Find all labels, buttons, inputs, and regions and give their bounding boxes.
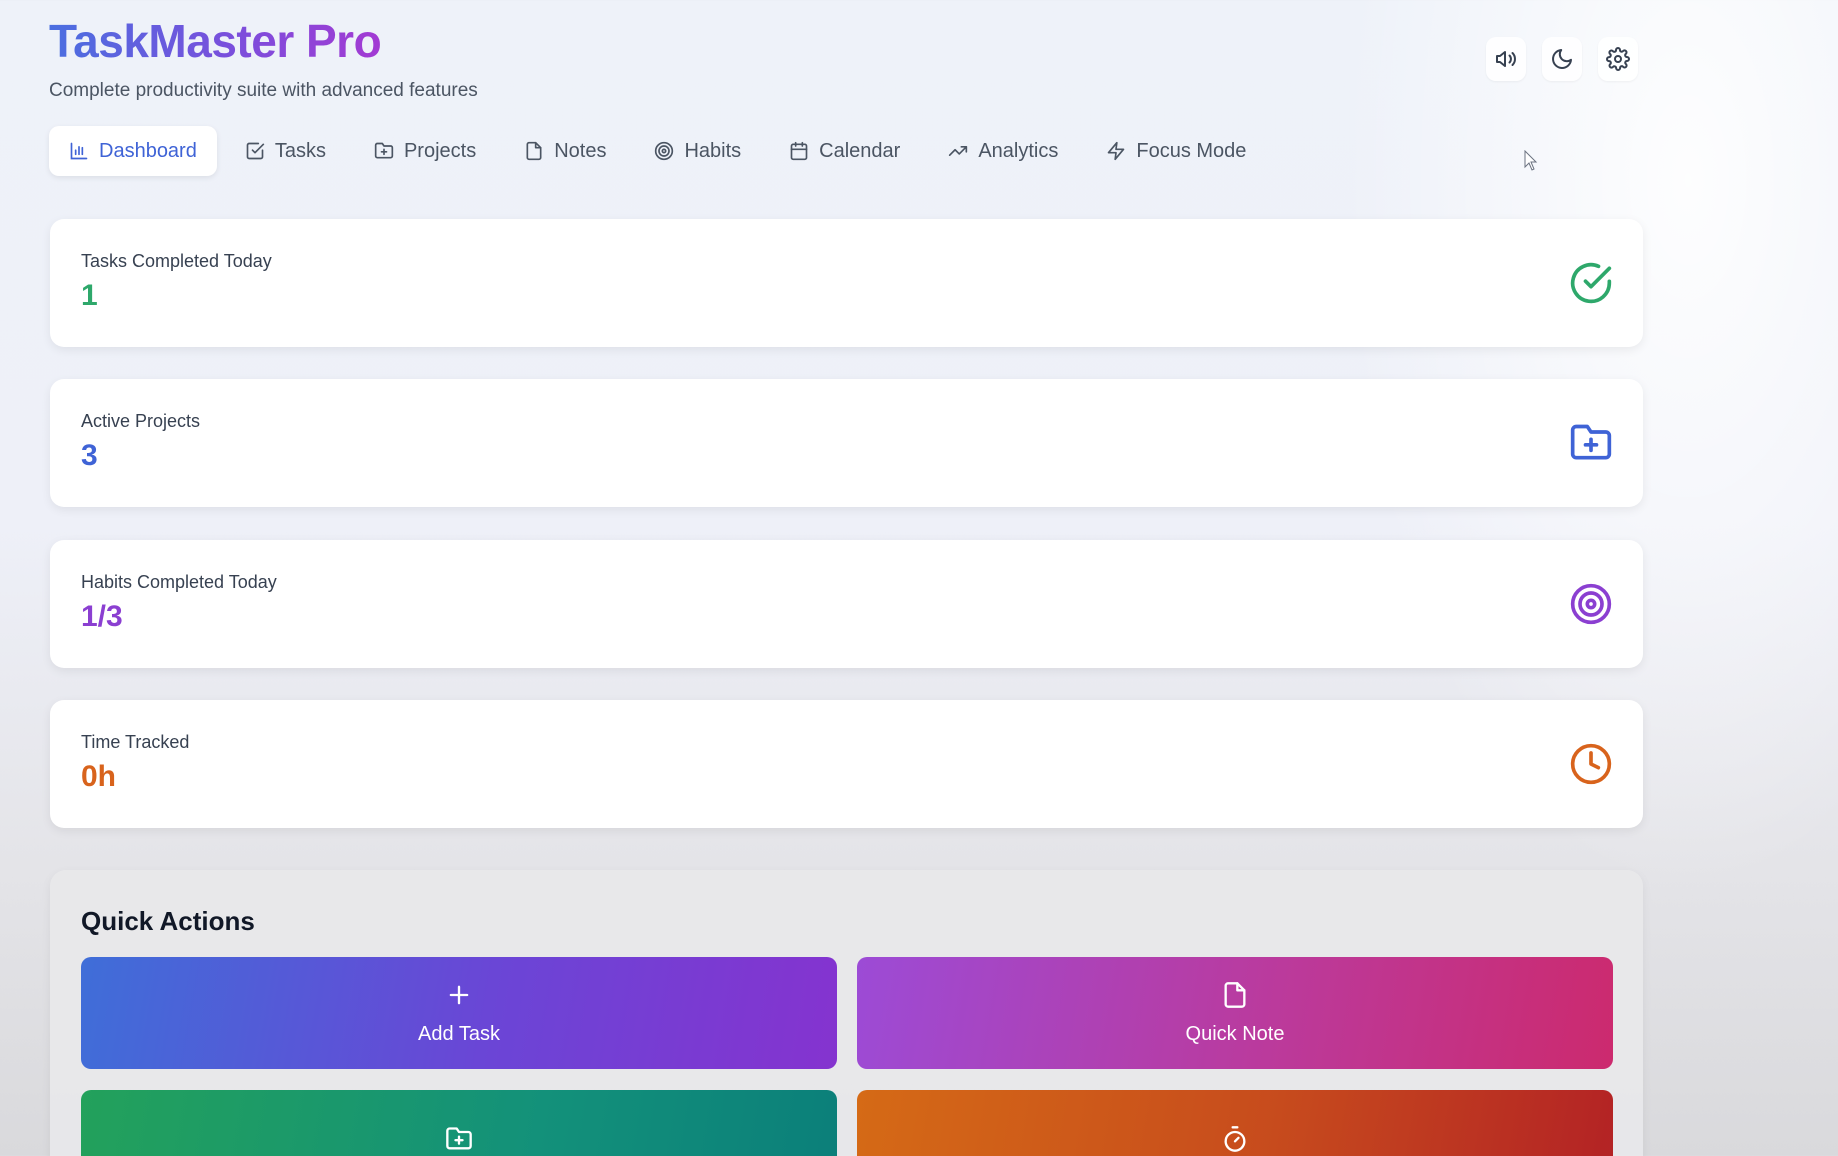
tab-tasks[interactable]: Tasks	[225, 126, 346, 176]
stat-label: Active Projects	[81, 411, 201, 431]
target-icon	[655, 141, 674, 161]
add-task-button[interactable]: Add Task	[81, 957, 837, 1069]
checkbox-icon	[246, 142, 265, 160]
tab-dashboard[interactable]: Dashboard	[49, 126, 217, 176]
app-subtitle: Complete productivity suite with advance…	[49, 80, 478, 101]
new-project-button[interactable]	[81, 1090, 837, 1156]
quick-actions-panel: Quick Actions Add Task Quick Note	[50, 870, 1643, 1156]
tab-label: Projects	[403, 139, 477, 162]
gear-icon	[1606, 47, 1630, 71]
stat-label: Tasks Completed Today	[81, 251, 272, 271]
plus-icon	[449, 985, 469, 1004]
clock-icon	[1570, 743, 1612, 785]
tab-analytics[interactable]: Analytics	[928, 126, 1078, 176]
stat-value: 0h	[81, 760, 117, 793]
tab-calendar[interactable]: Calendar	[769, 126, 920, 176]
app-title: TaskMaster Pro	[49, 15, 382, 67]
speaker-icon	[1496, 51, 1516, 67]
check-circle-icon	[1570, 262, 1612, 304]
settings-button[interactable]	[1598, 37, 1638, 81]
button-label: Add Task	[418, 1022, 500, 1045]
mouse-cursor-icon	[1524, 150, 1538, 171]
calendar-icon	[790, 141, 808, 161]
tab-label: Habits	[684, 139, 742, 162]
trending-up-icon	[949, 146, 968, 156]
moon-icon	[1552, 49, 1572, 69]
tab-label: Tasks	[274, 139, 326, 162]
tab-projects[interactable]: Projects	[354, 126, 496, 176]
tab-label: Focus Mode	[1136, 139, 1247, 162]
tab-label: Dashboard	[99, 139, 197, 162]
target-icon	[1570, 583, 1612, 625]
stat-value: 1	[81, 279, 98, 312]
tab-label: Analytics	[978, 139, 1059, 162]
tab-focus-mode[interactable]: Focus Mode	[1086, 126, 1266, 176]
tab-label: Notes	[554, 139, 607, 162]
stat-value: 3	[81, 439, 98, 472]
quick-actions-title: Quick Actions	[81, 906, 255, 936]
stat-card-active-projects: Active Projects 3	[50, 379, 1643, 507]
stat-card-tasks-completed: Tasks Completed Today 1	[50, 219, 1643, 347]
quick-note-button[interactable]: Quick Note	[857, 957, 1613, 1069]
timer-icon	[1224, 1126, 1246, 1152]
top-actions	[1486, 37, 1638, 81]
tab-notes[interactable]: Notes	[504, 126, 626, 176]
folder-plus-icon	[1570, 424, 1612, 460]
main-tabs: Dashboard Tasks Projects Notes Habits Ca…	[49, 126, 1266, 176]
stat-label: Time Tracked	[81, 732, 190, 752]
bar-chart-icon	[70, 142, 88, 160]
zap-icon	[1108, 141, 1125, 161]
tab-habits[interactable]: Habits	[634, 126, 761, 176]
button-label: Quick Note	[1185, 1022, 1285, 1045]
folder-plus-icon	[374, 142, 394, 159]
stat-label: Habits Completed Today	[81, 572, 277, 592]
dark-mode-toggle-button[interactable]	[1542, 37, 1582, 81]
folder-plus-icon	[446, 1127, 472, 1150]
stat-card-habits-completed: Habits Completed Today 1/3	[50, 540, 1643, 668]
tab-label: Calendar	[819, 139, 901, 162]
start-timer-button[interactable]	[857, 1090, 1613, 1156]
file-icon	[526, 141, 542, 161]
sound-toggle-button[interactable]	[1486, 37, 1526, 81]
stat-value: 1/3	[81, 600, 123, 633]
file-icon	[1224, 981, 1246, 1008]
stat-card-time-tracked: Time Tracked 0h	[50, 700, 1643, 828]
